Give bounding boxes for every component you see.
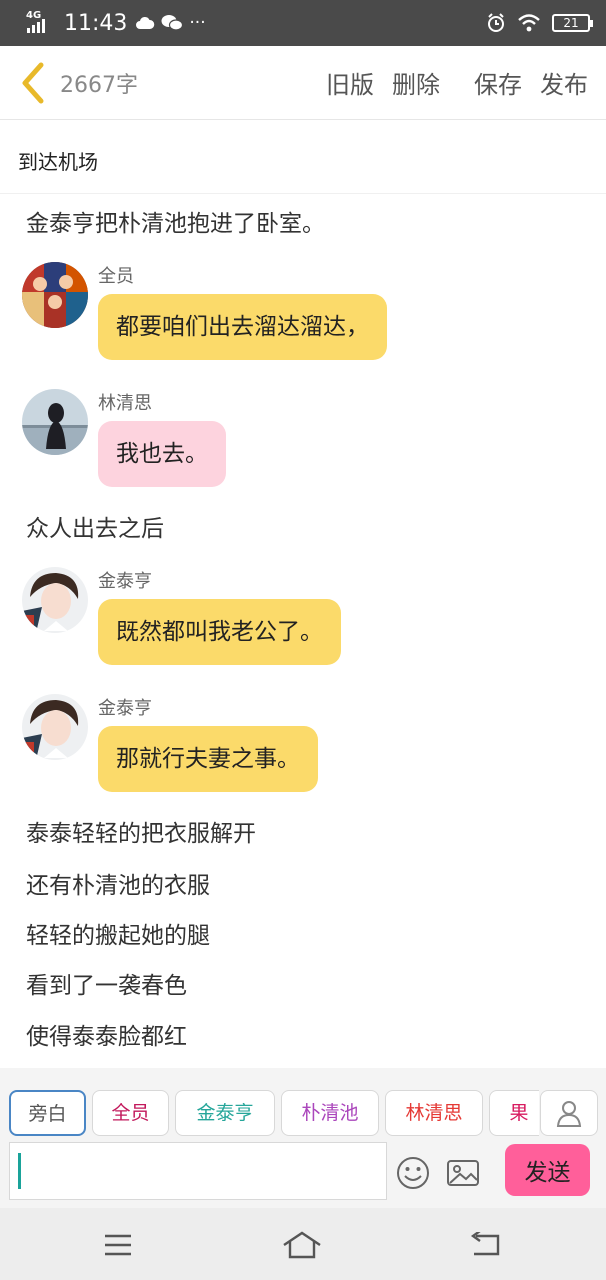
- narration-line[interactable]: 还有朴清池的衣服: [26, 866, 210, 900]
- boy-avatar[interactable]: [22, 694, 88, 760]
- editor-toolbar: 2667字 旧版 删除 保存 发布: [0, 46, 606, 120]
- boy-avatar[interactable]: [22, 567, 88, 633]
- status-left: 4G 11:43 ···: [26, 11, 206, 36]
- wifi-icon: [518, 14, 540, 32]
- narration-line[interactable]: 众人出去之后: [26, 509, 164, 543]
- divider: [0, 193, 606, 194]
- home-icon: [283, 1231, 321, 1259]
- role-label: 果: [509, 1102, 529, 1124]
- image-icon: [447, 1160, 479, 1186]
- role-label: 林清思: [405, 1102, 463, 1124]
- old-version-button[interactable]: 旧版: [326, 65, 374, 100]
- message-bubble[interactable]: 既然都叫我老公了。: [98, 599, 341, 665]
- notification-icons: ···: [135, 13, 206, 33]
- chat-message[interactable]: 全员 都要咱们出去溜达溜达，: [22, 262, 582, 372]
- home-button[interactable]: [282, 1230, 322, 1260]
- role-chip-all[interactable]: 全员: [92, 1090, 169, 1136]
- wechat-icon: [161, 15, 184, 31]
- toolbar-actions: 旧版 删除 保存 发布: [326, 65, 588, 100]
- word-count: 2667字: [60, 72, 138, 98]
- chevron-left-icon: [22, 62, 44, 103]
- message-bubble[interactable]: 我也去。: [98, 421, 226, 487]
- role-label: 金泰亨: [196, 1102, 254, 1124]
- battery-level: 21: [563, 16, 579, 30]
- save-button[interactable]: 保存: [474, 65, 522, 100]
- text-caret: [18, 1153, 21, 1189]
- message-input[interactable]: [9, 1142, 387, 1200]
- alarm-icon: [488, 13, 504, 32]
- add-role-button[interactable]: [540, 1090, 598, 1136]
- publish-button[interactable]: 发布: [540, 65, 588, 100]
- delete-button[interactable]: 删除: [392, 65, 440, 100]
- more-icon: ···: [189, 13, 206, 33]
- signal-icon: 4G: [26, 11, 56, 35]
- role-label: 旁白: [28, 1103, 67, 1125]
- emoji-icon: [397, 1157, 429, 1189]
- image-button[interactable]: [446, 1156, 480, 1190]
- message-bubble[interactable]: 都要咱们出去溜达溜达，: [98, 294, 387, 360]
- group-avatar[interactable]: [22, 262, 88, 328]
- user-icon: [556, 1101, 582, 1127]
- sender-name: 林清思: [98, 393, 152, 414]
- role-label: 全员: [111, 1102, 150, 1124]
- cloud-icon: [136, 16, 155, 29]
- menu-icon: [105, 1234, 131, 1256]
- role-chip-narrator[interactable]: 旁白: [9, 1090, 86, 1136]
- composer-panel: 旁白 全员 金泰亨 朴清池 林清思 果 发送: [0, 1068, 606, 1208]
- chat-message[interactable]: 林清思 我也去。: [22, 389, 582, 499]
- chapter-title[interactable]: 到达机场: [18, 146, 98, 175]
- message-bubble[interactable]: 那就行夫妻之事。: [98, 726, 318, 792]
- status-time: 11:43: [64, 10, 128, 36]
- menu-button[interactable]: [98, 1230, 138, 1260]
- status-bar: 4G 11:43 ··· 21: [0, 0, 606, 46]
- emoji-button[interactable]: [396, 1156, 430, 1190]
- sender-name: 全员: [98, 266, 134, 287]
- chat-message[interactable]: 金泰亨 那就行夫妻之事。: [22, 694, 582, 804]
- sender-name: 金泰亨: [98, 571, 152, 592]
- role-selector: 旁白 全员 金泰亨 朴清池 林清思 果: [9, 1090, 539, 1138]
- narration-line[interactable]: 金泰亨把朴清池抱进了卧室。: [26, 204, 325, 238]
- back-nav-button[interactable]: [466, 1230, 506, 1260]
- return-icon: [470, 1232, 500, 1256]
- narration-line[interactable]: 看到了一袭春色: [26, 966, 187, 1000]
- role-chip-park-qingchi[interactable]: 朴清池: [281, 1090, 379, 1136]
- narration-line[interactable]: 泰泰轻轻的把衣服解开: [26, 814, 256, 848]
- chat-message[interactable]: 金泰亨 既然都叫我老公了。: [22, 567, 582, 677]
- battery-icon: 21: [552, 14, 593, 32]
- status-right: 21: [486, 13, 593, 33]
- sender-name: 金泰亨: [98, 698, 152, 719]
- role-chip-guo[interactable]: 果: [489, 1090, 539, 1136]
- system-nav-bar: [0, 1208, 606, 1280]
- role-chip-lin-qingsi[interactable]: 林清思: [385, 1090, 483, 1136]
- role-chip-jin-taeheng[interactable]: 金泰亨: [175, 1090, 275, 1136]
- narration-line[interactable]: 轻轻的搬起她的腿: [26, 916, 210, 950]
- narration-line[interactable]: 使得泰泰脸都红: [26, 1017, 187, 1051]
- girl-avatar[interactable]: [22, 389, 88, 455]
- back-button[interactable]: [6, 46, 58, 120]
- send-button[interactable]: 发送: [505, 1144, 590, 1196]
- role-label: 朴清池: [301, 1102, 359, 1124]
